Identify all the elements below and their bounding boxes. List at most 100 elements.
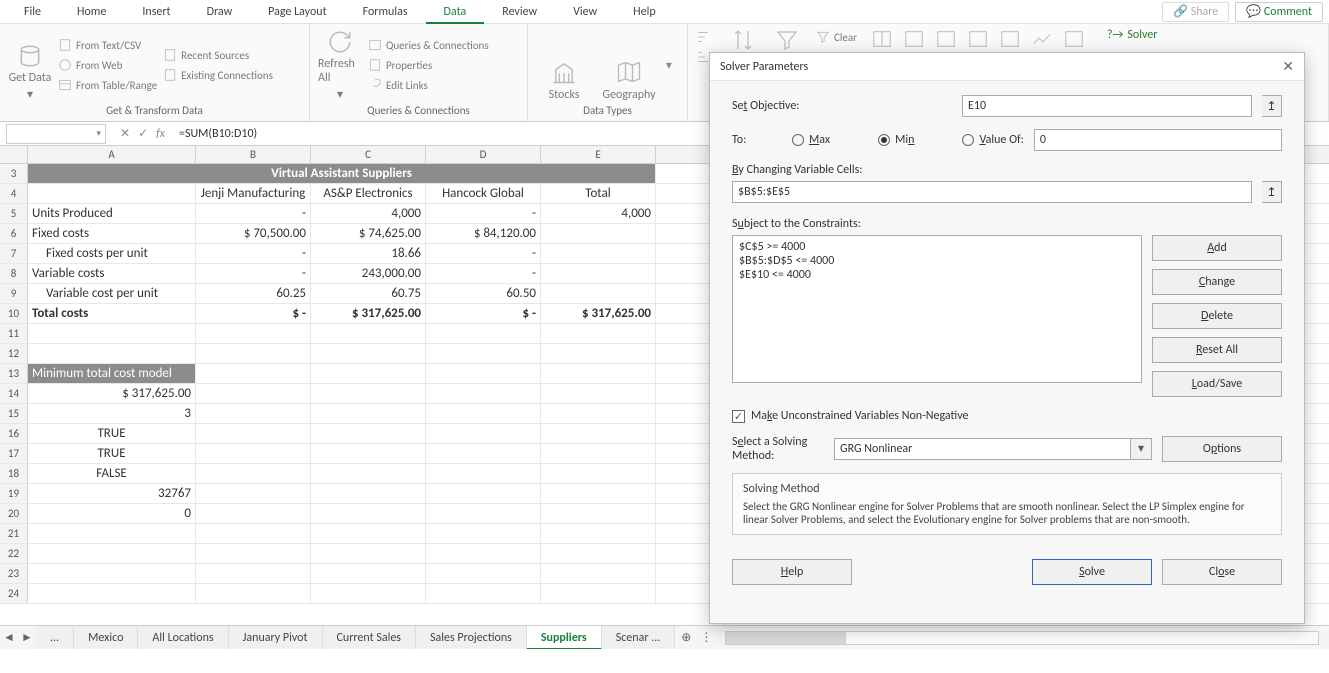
cell[interactable]: 3 (28, 404, 196, 423)
sheet-current-sales[interactable]: Current Sales (323, 626, 417, 650)
cell[interactable]: Variable costs (28, 264, 196, 283)
cell[interactable]: - (196, 204, 311, 223)
cell[interactable] (426, 464, 541, 483)
cell[interactable] (426, 484, 541, 503)
cell[interactable] (196, 324, 311, 343)
cell[interactable] (196, 444, 311, 463)
cell[interactable]: FALSE (28, 464, 196, 483)
cell[interactable] (426, 544, 541, 563)
cell[interactable]: AS&P Electronics (311, 184, 426, 203)
comment-button[interactable]: 💬 Comment (1235, 2, 1323, 22)
constraint-item[interactable]: $E$10 <= 4000 (739, 268, 1135, 282)
existing-connections[interactable]: Existing Connections (163, 66, 273, 84)
cell[interactable] (28, 184, 196, 203)
cell[interactable]: 60.25 (196, 284, 311, 303)
share-button[interactable]: 🔗 Share (1162, 2, 1229, 22)
solve-button[interactable]: Solve (1032, 559, 1152, 585)
row-header[interactable]: 4 (0, 184, 28, 203)
cell[interactable]: 4,000 (311, 204, 426, 223)
cell[interactable] (196, 544, 311, 563)
cell[interactable] (196, 404, 311, 423)
help-button[interactable]: Help (732, 559, 852, 585)
cell[interactable]: 18.66 (311, 244, 426, 263)
row-header[interactable]: 16 (0, 424, 28, 443)
tab-formulas[interactable]: Formulas (345, 0, 426, 24)
cell[interactable] (426, 364, 541, 383)
row-header[interactable]: 10 (0, 304, 28, 323)
row-header[interactable]: 22 (0, 544, 28, 563)
radio-value-of[interactable]: Value Of: (962, 133, 1023, 147)
cell[interactable] (311, 564, 426, 583)
row-header[interactable]: 19 (0, 484, 28, 503)
cell[interactable]: TRUE (28, 444, 196, 463)
row-header[interactable]: 7 (0, 244, 28, 263)
col-header-d[interactable]: D (426, 146, 541, 163)
cell[interactable]: - (426, 264, 541, 283)
cell[interactable] (541, 324, 656, 343)
cell[interactable] (311, 484, 426, 503)
cell[interactable]: Fixed costs (28, 224, 196, 243)
constraints-list[interactable]: $C$5 >= 4000 $B$5:$D$5 <= 4000 $E$10 <= … (732, 235, 1142, 383)
radio-max[interactable]: Max (792, 133, 830, 147)
cell[interactable] (28, 544, 196, 563)
cell[interactable] (426, 404, 541, 423)
cell[interactable]: Total costs (28, 304, 196, 323)
select-all-corner[interactable] (0, 146, 28, 163)
cell[interactable]: $ 74,625.00 (311, 224, 426, 243)
cell[interactable] (541, 404, 656, 423)
sheet-all-locations[interactable]: All Locations (138, 626, 228, 650)
cell[interactable] (426, 564, 541, 583)
changing-ref-button[interactable]: ↥ (1262, 181, 1282, 203)
cell[interactable] (311, 504, 426, 523)
row-header[interactable]: 24 (0, 584, 28, 603)
sheet-next[interactable]: ► (18, 630, 36, 645)
col-header-a[interactable]: A (28, 146, 196, 163)
cell[interactable] (426, 344, 541, 363)
tab-file[interactable]: File (6, 0, 59, 24)
cell[interactable] (541, 564, 656, 583)
cell[interactable] (196, 504, 311, 523)
cell[interactable]: 60.75 (311, 284, 426, 303)
cell[interactable] (196, 564, 311, 583)
cell[interactable]: Units Produced (28, 204, 196, 223)
cell[interactable]: $ 317,625.00 (311, 304, 426, 323)
cell[interactable]: - (426, 244, 541, 263)
sheet-ellipsis[interactable]: ... (36, 626, 74, 650)
cell[interactable]: Variable cost per unit (28, 284, 196, 303)
cell[interactable] (28, 344, 196, 363)
queries-connections[interactable]: Queries & Connections (368, 36, 489, 54)
cell[interactable]: Hancock Global (426, 184, 541, 203)
set-objective-input[interactable]: E10 (962, 95, 1252, 117)
reset-all-button[interactable]: Reset All (1152, 337, 1282, 363)
row-header[interactable]: 3 (0, 164, 28, 183)
cell[interactable] (311, 584, 426, 603)
cell[interactable]: - (426, 204, 541, 223)
cell[interactable]: Jenji Manufacturing (196, 184, 311, 203)
properties[interactable]: Properties (368, 56, 489, 74)
solving-method-select[interactable]: GRG Nonlinear (834, 438, 1152, 460)
row-header[interactable]: 14 (0, 384, 28, 403)
cell[interactable] (426, 384, 541, 403)
horizontal-scrollbar[interactable] (725, 631, 1319, 645)
cell[interactable]: Virtual Assistant Suppliers (28, 164, 656, 183)
cell[interactable] (311, 404, 426, 423)
remove-dups-icon[interactable] (935, 28, 957, 50)
value-of-input[interactable]: 0 (1034, 129, 1282, 151)
options-button[interactable]: Options (1162, 436, 1282, 462)
row-header[interactable]: 11 (0, 324, 28, 343)
cell[interactable] (196, 464, 311, 483)
cell[interactable] (541, 344, 656, 363)
cell[interactable]: $ 84,120.00 (426, 224, 541, 243)
cell[interactable] (541, 424, 656, 443)
cell[interactable] (196, 424, 311, 443)
row-header[interactable]: 15 (0, 404, 28, 423)
cell[interactable] (311, 544, 426, 563)
edit-links[interactable]: Edit Links (368, 76, 489, 94)
sheet-scenar[interactable]: Scenar ... (602, 626, 676, 650)
row-header[interactable]: 12 (0, 344, 28, 363)
sheet-menu[interactable]: ⋮ (697, 630, 715, 645)
from-table-range[interactable]: From Table/Range (58, 76, 157, 94)
radio-min[interactable]: Min (878, 133, 914, 147)
cell[interactable] (311, 464, 426, 483)
objective-ref-button[interactable]: ↥ (1262, 95, 1282, 117)
